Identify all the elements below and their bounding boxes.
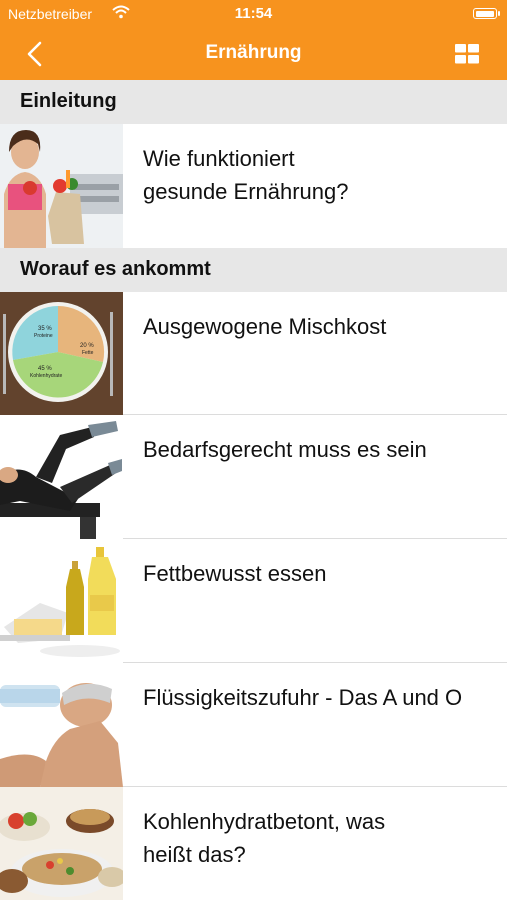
section-header-worauf-es-ankommt: Worauf es ankommt [0,248,507,292]
list-item[interactable]: Fettbewusst essen [0,539,507,663]
pie-plate-image: 35 % Proteine 20 % Fette 45 % Kohlenhydr… [0,292,123,416]
man-drinking-image [0,663,123,787]
food-bowls-image [0,787,123,911]
list-item[interactable]: Flüssigkeitszufuhr - Das A und O [0,663,507,787]
list-item-label: Fettbewusst essen [143,561,327,586]
list-item-label: Wie funktioniert gesunde Ernährung? [143,146,349,204]
section-title: Worauf es ankommt [20,258,211,280]
navigation-bar: Ernährung [0,28,507,80]
list-item[interactable]: Wie funktioniert gesunde Ernährung? [0,124,507,248]
pie-fat-label: Fette [82,350,94,356]
list-item-label: Ausgewogene Mischkost [143,314,387,339]
clock: 11:54 [234,5,273,22]
status-bar: Netzbetreiber 11:54 [0,0,507,28]
list-item[interactable]: 35 % Proteine 20 % Fette 45 % Kohlenhydr… [0,292,507,416]
workout-image [0,415,123,539]
grid-icon[interactable] [455,44,479,64]
list-item-label: Flüssigkeitszufuhr - Das A und O [143,685,463,710]
pie-carb-value: 45 % [38,366,52,372]
section-title: Einleitung [20,90,117,112]
battery-icon [473,8,500,19]
pie-carb-label: Kohlenhydrate [30,373,62,379]
pie-protein-value: 35 % [38,326,52,332]
section-header-einleitung: Einleitung [0,80,507,124]
pie-protein-label: Proteine [34,333,53,339]
page-title: Ernährung [205,42,302,63]
list-item[interactable]: Bedarfsgerecht muss es sein [0,415,507,539]
oil-bottles-image [0,539,123,663]
list-item[interactable]: Kohlenhydratbetont, was heißt das? [0,787,507,911]
pie-fat-value: 20 % [80,343,94,349]
list-item-label: Kohlenhydratbetont, was heißt das? [143,809,386,867]
list-item-label: Bedarfsgerecht muss es sein [143,437,427,462]
woman-with-groceries-image [0,124,123,248]
